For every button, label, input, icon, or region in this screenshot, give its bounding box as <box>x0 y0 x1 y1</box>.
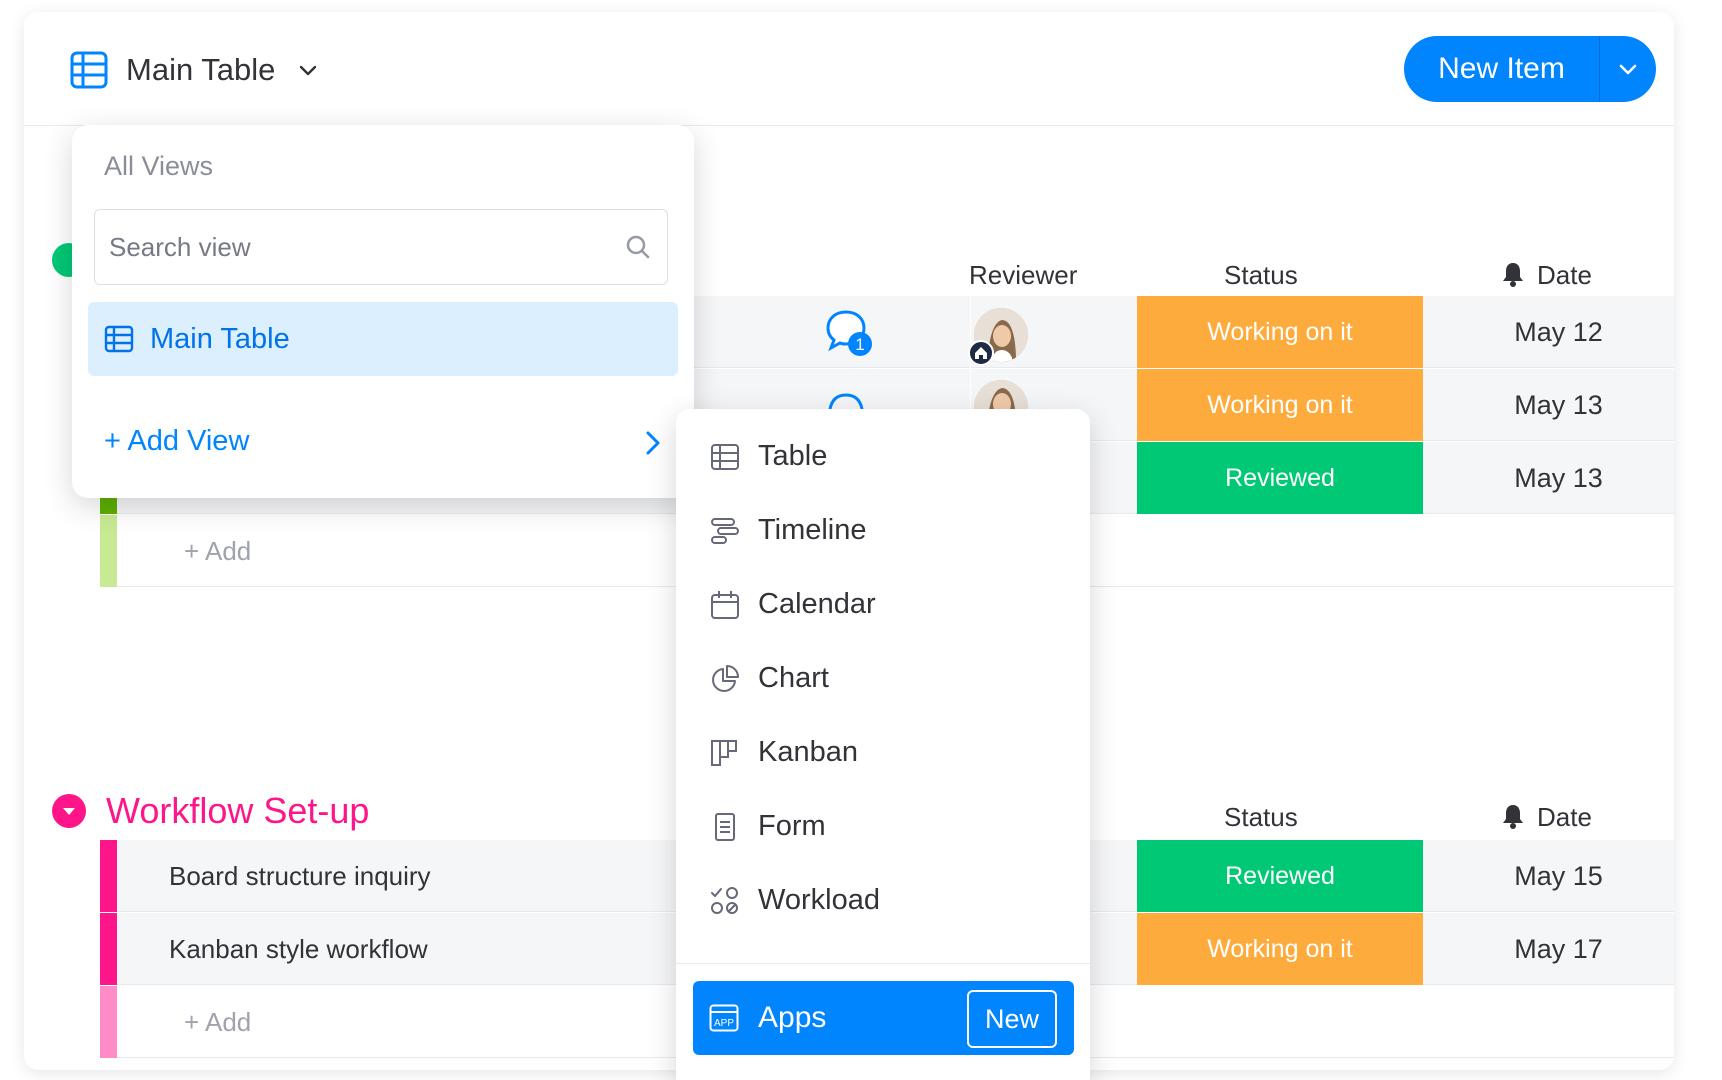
menu-divider <box>676 963 1090 964</box>
form-icon <box>715 813 735 841</box>
add-view-button[interactable]: + Add View <box>104 425 249 458</box>
status-cell[interactable]: Working on it <box>1137 913 1423 985</box>
board-header: Main Table New Item <box>24 12 1674 126</box>
comment-count: 1 <box>855 335 864 354</box>
menu-item-apps[interactable]: APP Apps New <box>693 981 1074 1055</box>
date-cell[interactable]: May 17 <box>1423 913 1674 985</box>
table-icon <box>711 444 739 470</box>
status-cell[interactable]: Working on it <box>1137 369 1423 441</box>
date-cell[interactable]: May 13 <box>1423 369 1674 441</box>
chevron-down-icon <box>63 808 75 815</box>
status-cell[interactable]: Working on it <box>1137 296 1423 368</box>
column-header-date[interactable]: Date <box>1501 260 1592 291</box>
date-cell[interactable]: May 13 <box>1423 442 1674 514</box>
group-color-bar <box>100 840 117 912</box>
app-icon: APP <box>709 1004 739 1032</box>
menu-item-calendar[interactable]: Calendar <box>676 567 1090 641</box>
group-header: Workflow Set-up <box>52 787 369 835</box>
menu-item-label: Chart <box>758 662 829 694</box>
svg-text:APP: APP <box>714 1018 734 1029</box>
views-dropdown: All Views Main Table + Add View <box>72 125 694 498</box>
group-collapse-toggle[interactable] <box>52 794 86 828</box>
chart-icon <box>712 665 739 692</box>
menu-item-label: Workload <box>758 884 880 916</box>
add-item-button[interactable]: + Add <box>184 986 251 1058</box>
menu-item-workload[interactable]: Workload <box>676 863 1090 937</box>
view-title: Main Table <box>126 52 276 87</box>
menu-item-table[interactable]: Table <box>676 419 1090 493</box>
add-view-menu: Table Timeline Calendar Chart Kanban For… <box>676 409 1090 1080</box>
table-icon <box>104 325 134 353</box>
chevron-right-icon[interactable] <box>644 430 662 456</box>
item-name[interactable]: Board structure inquiry <box>169 840 431 912</box>
column-header-status[interactable]: Status <box>1224 802 1298 833</box>
menu-item-label: Calendar <box>758 588 876 620</box>
date-cell[interactable]: May 15 <box>1423 840 1674 912</box>
timeline-icon <box>711 518 739 544</box>
menu-item-label: Form <box>758 810 826 842</box>
chevron-down-icon <box>300 65 317 76</box>
kanban-icon <box>711 740 737 766</box>
new-item-split-button: New Item <box>1404 36 1656 102</box>
menu-item-label: Apps <box>758 1001 827 1034</box>
search-view-input[interactable] <box>109 210 609 284</box>
chevron-down-icon <box>1619 64 1637 75</box>
column-header-status[interactable]: Status <box>1224 260 1298 291</box>
column-header-date-label: Date <box>1537 802 1592 832</box>
menu-item-label: Table <box>758 440 828 472</box>
search-icon <box>626 235 650 259</box>
view-switcher[interactable]: Main Table <box>70 48 319 92</box>
workload-icon <box>711 887 738 914</box>
table-view-icon <box>70 51 108 89</box>
new-item-button[interactable]: New Item <box>1404 36 1599 102</box>
date-cell[interactable]: May 12 <box>1423 296 1674 368</box>
view-option-main-table[interactable]: Main Table <box>88 302 678 376</box>
menu-item-chart[interactable]: Chart <box>676 641 1090 715</box>
status-cell[interactable]: Reviewed <box>1137 840 1423 912</box>
menu-item-timeline[interactable]: Timeline <box>676 493 1090 567</box>
new-item-dropdown-button[interactable] <box>1600 36 1656 102</box>
new-badge: New <box>967 990 1057 1048</box>
bell-icon <box>1503 805 1523 829</box>
bell-icon <box>1503 263 1523 287</box>
dropdown-heading: All Views <box>104 151 214 181</box>
column-header-date-label: Date <box>1537 260 1592 290</box>
group-title[interactable]: Workflow Set-up <box>106 790 369 832</box>
add-item-button[interactable]: + Add <box>184 515 251 587</box>
view-option-label: Main Table <box>150 322 290 355</box>
home-badge-icon <box>968 340 994 366</box>
group-color-bar <box>100 986 117 1058</box>
status-cell[interactable]: Reviewed <box>1137 442 1423 514</box>
menu-item-form[interactable]: Form <box>676 789 1090 863</box>
search-view-box <box>94 209 668 285</box>
column-header-reviewer[interactable]: Reviewer <box>969 260 1077 291</box>
item-name[interactable]: Kanban style workflow <box>169 913 428 985</box>
comment-bubble-icon[interactable]: 1 <box>824 308 876 358</box>
menu-item-label: Timeline <box>758 514 867 546</box>
column-header-date[interactable]: Date <box>1501 802 1592 833</box>
group-color-bar <box>100 913 117 985</box>
calendar-icon <box>711 591 739 619</box>
menu-item-kanban[interactable]: Kanban <box>676 715 1090 789</box>
menu-item-label: Kanban <box>758 736 858 768</box>
group-color-bar <box>100 515 117 587</box>
